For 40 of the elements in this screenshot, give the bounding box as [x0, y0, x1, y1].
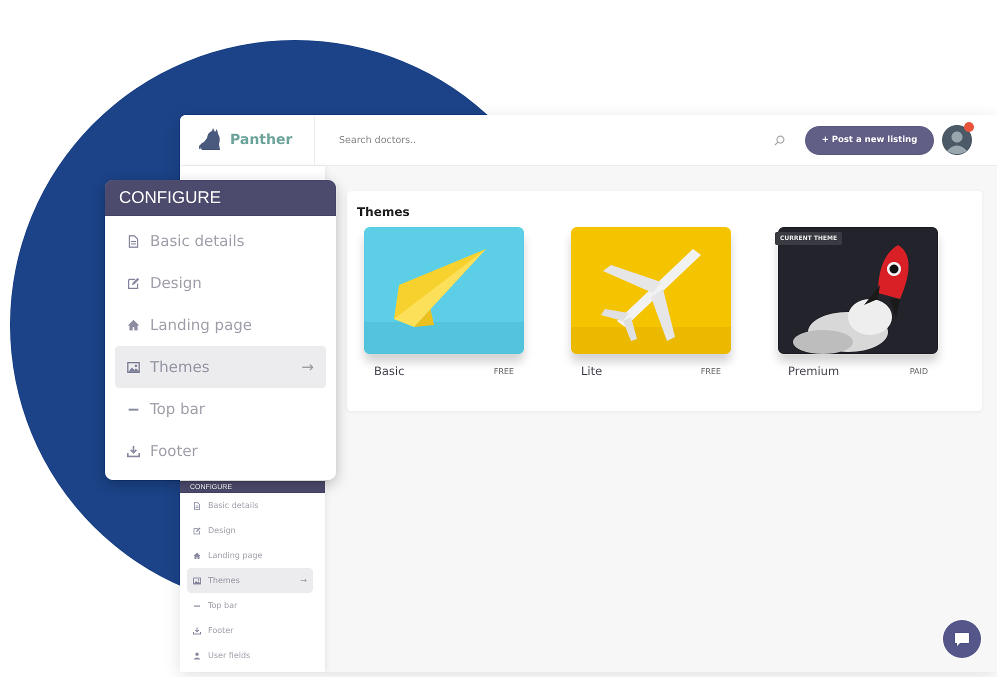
- download-icon: [127, 444, 140, 458]
- avatar-icon[interactable]: [942, 125, 972, 155]
- theme-name: Basic: [374, 364, 404, 378]
- menu-item[interactable]: Design: [115, 262, 326, 304]
- house-icon: [127, 318, 140, 332]
- edit-icon: [127, 276, 140, 290]
- menu-item[interactable]: Basic details: [115, 220, 326, 262]
- arrow-icon: →: [301, 358, 314, 376]
- menu-item[interactable]: Design: [187, 518, 313, 543]
- chat-button[interactable]: [943, 620, 981, 658]
- document-icon: [193, 502, 201, 510]
- theme-name: Lite: [581, 364, 602, 378]
- price-label: FREE: [700, 366, 721, 376]
- house-icon: [193, 552, 201, 560]
- menu-item[interactable]: Themes →: [115, 346, 326, 388]
- document-icon: [127, 234, 140, 248]
- chat-icon: [954, 632, 970, 646]
- search-field[interactable]: Search doctors..: [337, 134, 774, 146]
- theme-name: Premium: [788, 364, 840, 378]
- person-icon: [193, 652, 201, 660]
- menu-item[interactable]: Footer: [115, 430, 326, 472]
- image-icon: [127, 360, 140, 374]
- menu-item[interactable]: Top bar: [115, 388, 326, 430]
- menu-item[interactable]: User fields: [187, 643, 313, 668]
- menu-item[interactable]: Landing page: [115, 304, 326, 346]
- menu-item[interactable]: Footer: [187, 618, 313, 643]
- download-icon: [193, 626, 201, 634]
- edit-icon: [193, 526, 201, 534]
- price-label: FREE: [494, 366, 514, 376]
- logo-text: Panther: [230, 132, 292, 148]
- menu-item[interactable]: Basic details: [187, 493, 313, 518]
- arrow-icon: →: [300, 576, 307, 585]
- menu-item[interactable]: Top bar: [187, 593, 313, 618]
- menu-item[interactable]: Landing page: [187, 543, 313, 568]
- menu-item[interactable]: Themes →: [187, 568, 313, 593]
- menu-title: CONFIGURE: [105, 180, 336, 216]
- image-icon: [193, 576, 201, 584]
- post-listing-button[interactable]: + Post a new listing: [805, 126, 934, 154]
- price-label: PAID: [910, 366, 928, 376]
- section-title: Themes: [357, 205, 410, 219]
